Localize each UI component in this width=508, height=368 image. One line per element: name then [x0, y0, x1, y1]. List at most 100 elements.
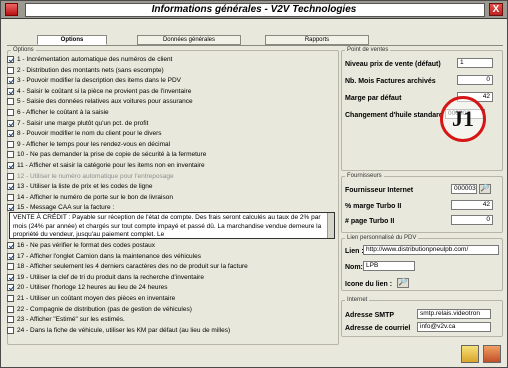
- option-label: 5 - Saisie des données relatives aux voi…: [17, 98, 193, 106]
- tab-bar: Options Données générales Rapports: [7, 35, 503, 45]
- option-row[interactable]: 13 - Utiliser la liste de prix et les co…: [7, 182, 152, 191]
- option-checkbox[interactable]: [7, 119, 14, 127]
- option-checkbox[interactable]: [7, 66, 14, 74]
- option-row[interactable]: 2 - Distribution des montants nets (sans…: [7, 66, 164, 75]
- option-checkbox[interactable]: [7, 316, 14, 324]
- option-label: 23 - Afficher "Estimé" sur les estimés.: [17, 316, 125, 324]
- option-checkbox[interactable]: [7, 109, 14, 116]
- option-label: 18 - Afficher seulement les 4 derniers c…: [17, 263, 248, 271]
- smtp-label: Adresse SMTP: [345, 312, 395, 319]
- option-row[interactable]: 7 - Saisir une marge plutôt qu'un pct. d…: [7, 119, 148, 128]
- option-label: 16 - Ne pas vérifier le format des codes…: [17, 242, 156, 249]
- option-row[interactable]: 14 - Afficher le numéro de porte sur le …: [7, 193, 173, 202]
- option-label: 10 - Ne pas demander la prise de copie d…: [17, 151, 207, 159]
- marge-turbo-label: % marge Turbo II: [345, 203, 402, 210]
- tab-rapports[interactable]: Rapports: [265, 35, 369, 45]
- nom-label: Nom:: [345, 264, 363, 271]
- option-checkbox[interactable]: [7, 56, 14, 63]
- page-turbo-label: # page Turbo II: [345, 218, 395, 225]
- option-checkbox[interactable]: [7, 162, 14, 169]
- tab-divider: [7, 45, 503, 46]
- option-row[interactable]: 19 - Utiliser la clef de tri du produit …: [7, 273, 204, 282]
- tab-donnees-generales[interactable]: Données générales: [137, 35, 241, 45]
- close-button[interactable]: X: [489, 3, 503, 16]
- option-label: 12 - Utiliser le numéro automatique pour…: [17, 172, 174, 180]
- option-row[interactable]: 17 - Afficher l'onglet Camion dans la ma…: [7, 252, 201, 261]
- option-label: 11 - Afficher et saisir la catégorie pou…: [17, 162, 205, 169]
- option-row[interactable]: 11 - Afficher et saisir la catégorie pou…: [7, 161, 205, 170]
- lien-pdv-legend: Lien personnalisé du PDV: [347, 235, 417, 241]
- page-turbo-input[interactable]: 0: [451, 215, 493, 225]
- option-checkbox[interactable]: [7, 326, 14, 334]
- option-row[interactable]: 16 - Ne pas vérifier le format des codes…: [7, 241, 155, 250]
- option-label: 20 - Utiliser l'horloge 12 heures au lie…: [17, 284, 168, 292]
- option-row[interactable]: 10 - Ne pas demander la prise de copie d…: [7, 150, 206, 159]
- option-checkbox[interactable]: [7, 130, 14, 138]
- option-checkbox[interactable]: [7, 252, 14, 260]
- option-row[interactable]: 24 - Dans la fiche de véhicule, utiliser…: [7, 326, 230, 335]
- save-disk-icon[interactable]: [461, 345, 479, 363]
- mois-archives-input[interactable]: 0: [457, 75, 493, 85]
- option-checkbox[interactable]: [7, 77, 14, 85]
- niveau-prix-input[interactable]: 1: [457, 58, 493, 68]
- fournisseur-lookup-button[interactable]: 🔎: [479, 184, 491, 194]
- marge-defaut-label: Marge par défaut: [345, 95, 402, 102]
- option-label: 4 - Saisir le coûtant si la pièce ne pro…: [17, 87, 192, 95]
- tab-options[interactable]: Options: [37, 35, 107, 45]
- option-checkbox[interactable]: [7, 193, 14, 201]
- option-row[interactable]: 5 - Saisie des données relatives aux voi…: [7, 97, 193, 106]
- icone-lien-label: Icone du lien :: [345, 281, 393, 288]
- caa-message-memo[interactable]: VENTE À CRÉDIT : Payable sur réception d…: [9, 212, 335, 239]
- option-checkbox[interactable]: [7, 204, 14, 212]
- option-row[interactable]: 1 - Incrémentation automatique des numér…: [7, 55, 172, 64]
- exit-door-icon[interactable]: [483, 345, 501, 363]
- option-checkbox[interactable]: [7, 295, 14, 302]
- option-row[interactable]: 20 - Utiliser l'horloge 12 heures au lie…: [7, 283, 167, 292]
- option-label: 1 - Incrémentation automatique des numér…: [17, 56, 173, 63]
- memo-scrollbar[interactable]: [327, 213, 334, 238]
- title-bar: Informations générales - V2V Technologie…: [1, 1, 507, 19]
- options-legend: Options: [13, 47, 34, 53]
- marge-turbo-input[interactable]: 42: [451, 200, 493, 210]
- option-row[interactable]: 22 - Compagnie de distribution (pas de g…: [7, 305, 192, 314]
- option-checkbox[interactable]: [7, 98, 14, 106]
- option-label: 21 - Utiliser un coûtant moyen des pièce…: [17, 295, 176, 302]
- fournisseur-internet-input[interactable]: 000003: [451, 184, 477, 194]
- nom-input[interactable]: LPB: [363, 261, 415, 271]
- fournisseurs-legend: Fournisseurs: [347, 173, 382, 179]
- huile-standard-label: Changement d'huile standard: [345, 112, 444, 119]
- option-checkbox[interactable]: [7, 242, 14, 249]
- option-label: 17 - Afficher l'onglet Camion dans la ma…: [17, 252, 201, 260]
- smtp-input[interactable]: smtp.relais.videotron: [417, 309, 491, 319]
- option-checkbox[interactable]: [7, 87, 14, 95]
- option-checkbox[interactable]: [7, 263, 14, 271]
- option-row[interactable]: 18 - Afficher seulement les 4 derniers c…: [7, 262, 248, 271]
- option-label: 8 - Pouvoir modifier le nom du client po…: [17, 130, 162, 138]
- option-row[interactable]: 4 - Saisir le coûtant si la pièce ne pro…: [7, 87, 191, 96]
- option-checkbox[interactable]: [7, 151, 14, 159]
- caa-message-text: VENTE À CRÉDIT : Payable sur réception d…: [13, 214, 322, 238]
- option-checkbox[interactable]: [7, 273, 14, 281]
- point-de-vente-legend: Point de ventes: [347, 47, 389, 53]
- option-checkbox[interactable]: [7, 172, 14, 180]
- option-label: 24 - Dans la fiche de véhicule, utiliser…: [17, 326, 231, 334]
- option-row[interactable]: 23 - Afficher "Estimé" sur les estimés.: [7, 315, 125, 324]
- option-row[interactable]: 6 - Afficher le coûtant à la saisie: [7, 108, 109, 117]
- option-row[interactable]: 21 - Utiliser un coûtant moyen des pièce…: [7, 294, 175, 303]
- courriel-input[interactable]: info@v2v.ca: [417, 322, 491, 332]
- option-row[interactable]: 3 - Pouvoir modifier la description des …: [7, 76, 181, 85]
- option-checkbox[interactable]: [7, 284, 14, 292]
- j1-highlight-badge: J1: [440, 96, 486, 142]
- option-label: 6 - Afficher le coûtant à la saisie: [17, 109, 109, 116]
- option-checkbox[interactable]: [7, 140, 14, 148]
- option-row[interactable]: 9 - Afficher le temps pour les rendez-vo…: [7, 140, 170, 149]
- option-label: 7 - Saisir une marge plutôt qu'un pct. d…: [17, 119, 149, 127]
- courriel-label: Adresse de courriel: [345, 325, 411, 332]
- option-label: 9 - Afficher le temps pour les rendez-vo…: [17, 140, 171, 148]
- option-checkbox[interactable]: [7, 183, 14, 191]
- option-checkbox[interactable]: [7, 305, 14, 313]
- lien-input[interactable]: http://www.distributionpneulpb.com/: [363, 245, 499, 255]
- option-row[interactable]: 12 - Utiliser le numéro automatique pour…: [7, 172, 174, 181]
- option-row[interactable]: 8 - Pouvoir modifier le nom du client po…: [7, 129, 162, 138]
- icone-lien-button[interactable]: 🔎: [397, 278, 409, 288]
